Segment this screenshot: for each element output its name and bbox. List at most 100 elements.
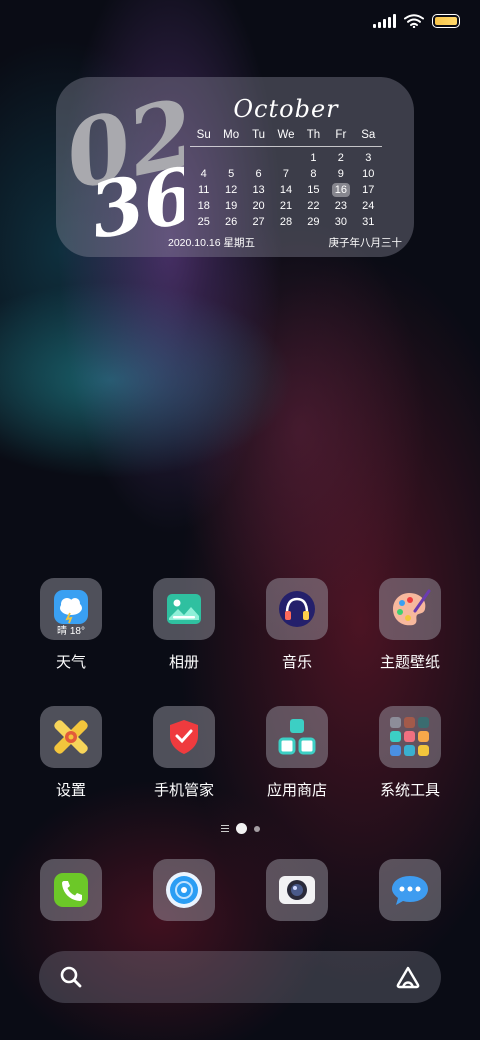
calendar-day: 3 xyxy=(355,150,382,166)
day-number: 4 xyxy=(200,168,207,180)
app-music[interactable]: 音乐 xyxy=(242,578,352,672)
day-number: 16 xyxy=(331,183,350,197)
day-number: 8 xyxy=(310,168,317,180)
calendar-day: 14 xyxy=(272,182,299,198)
day-number: 27 xyxy=(252,216,265,228)
app-label: 手机管家 xyxy=(153,782,214,799)
calendar-day: 4 xyxy=(190,166,217,182)
app-weather[interactable]: 晴 18° 天气 xyxy=(16,578,126,672)
calendar-day: 18 xyxy=(190,198,217,214)
calendar-day: 11 xyxy=(190,182,217,198)
calendar-day xyxy=(217,150,244,166)
app-label: 应用商店 xyxy=(266,782,327,799)
calendar-clock-widget[interactable]: 02 36 October Su Mo Tu We Th Fr Sa 1 2 3 4 5 6 7 8 9 10… xyxy=(56,77,414,257)
day-number: 14 xyxy=(279,184,293,196)
app-label: 系统工具 xyxy=(379,782,440,799)
day-number: 10 xyxy=(362,168,375,180)
calendar-day: 20 xyxy=(245,198,272,214)
page-dot xyxy=(253,825,260,832)
app-folder-tools[interactable]: 系统工具 xyxy=(355,706,465,800)
app-store[interactable]: 应用商店 xyxy=(242,706,352,800)
search-icon[interactable] xyxy=(59,965,83,989)
page-indicator[interactable] xyxy=(0,823,480,834)
day-number: 30 xyxy=(334,216,347,228)
assistant-icon[interactable] xyxy=(395,965,421,989)
day-number: 3 xyxy=(365,152,372,164)
search-bar[interactable] xyxy=(39,951,441,1003)
dock-messages[interactable] xyxy=(355,859,465,921)
app-themes[interactable]: 主题壁纸 xyxy=(355,578,465,672)
app-store-icon xyxy=(266,706,328,768)
menu-lines-icon xyxy=(220,825,229,832)
calendar-day: 2 xyxy=(327,150,354,166)
day-number: 17 xyxy=(362,184,375,196)
weekday-label: Su xyxy=(196,129,211,141)
app-gallery[interactable]: 相册 xyxy=(129,578,239,672)
status-bar xyxy=(373,10,460,32)
day-number: 7 xyxy=(282,168,290,180)
app-label: 音乐 xyxy=(281,654,312,671)
calendar-day: 22 xyxy=(300,198,327,214)
day-number: 29 xyxy=(307,216,320,228)
calendar-day: 21 xyxy=(272,198,299,214)
weather-icon: 晴 18° xyxy=(40,578,102,640)
day-number: 11 xyxy=(198,184,210,196)
day-number: 12 xyxy=(225,184,238,196)
day-number: 18 xyxy=(197,200,210,212)
battery-icon xyxy=(432,14,460,28)
palette-icon xyxy=(379,578,441,640)
app-security[interactable]: 手机管家 xyxy=(129,706,239,800)
messages-icon xyxy=(379,859,441,921)
calendar-day: 17 xyxy=(355,182,382,198)
day-number: 6 xyxy=(255,168,262,180)
calendar-day: 28 xyxy=(272,214,299,230)
calendar-day: 8 xyxy=(300,166,327,182)
weather-summary: 晴 18° xyxy=(57,626,85,637)
calendar-day: 19 xyxy=(217,198,244,214)
day-number: 19 xyxy=(225,200,238,212)
day-number: 13 xyxy=(252,184,265,196)
calendar-day: 12 xyxy=(217,182,244,198)
calendar-day: 29 xyxy=(300,214,327,230)
weekday-label: Th xyxy=(306,129,321,141)
day-number: 31 xyxy=(362,216,375,228)
calendar-day: 7 xyxy=(272,166,299,182)
calendar-day: 24 xyxy=(355,198,382,214)
weekday-label: Sa xyxy=(361,129,376,141)
month-title: October xyxy=(233,95,339,123)
app-label: 天气 xyxy=(55,654,86,671)
dock-browser[interactable] xyxy=(129,859,239,921)
shield-icon xyxy=(153,706,215,768)
calendar-day: 9 xyxy=(327,166,354,182)
gallery-icon xyxy=(153,578,215,640)
calendar-day: 23 xyxy=(327,198,354,214)
phone-icon xyxy=(40,859,102,921)
day-number: 15 xyxy=(307,184,320,196)
day-number: 5 xyxy=(228,168,235,180)
calendar-day: 6 xyxy=(245,166,272,182)
home-page-dot xyxy=(235,823,247,834)
calendar-day: 5 xyxy=(217,166,244,182)
dock-camera[interactable] xyxy=(242,859,352,921)
calendar-day: 10 xyxy=(355,166,382,182)
day-number: 20 xyxy=(252,200,265,212)
day-number: 22 xyxy=(307,200,320,212)
app-settings[interactable]: 设置 xyxy=(16,706,126,800)
calendar-day: 25 xyxy=(190,214,217,230)
calendar-day: 15 xyxy=(300,182,327,198)
calendar-day: 1 xyxy=(300,150,327,166)
day-number: 25 xyxy=(197,216,210,228)
day-number: 28 xyxy=(279,216,293,228)
calendar-day: 31 xyxy=(355,214,382,230)
calendar-day: 13 xyxy=(245,182,272,198)
folder-icon xyxy=(379,706,441,768)
app-label: 设置 xyxy=(55,782,86,799)
dock-phone[interactable] xyxy=(16,859,126,921)
day-number: 24 xyxy=(362,200,375,212)
day-number: 23 xyxy=(334,200,347,212)
settings-icon xyxy=(40,706,102,768)
lunar-date-text: 庚子年八月三十 xyxy=(328,237,403,249)
calendar-day-today: 16 xyxy=(327,182,354,198)
calendar-day xyxy=(272,150,299,166)
widget-footer: 2020.10.16 星期五 庚子年八月三十 xyxy=(168,235,402,250)
